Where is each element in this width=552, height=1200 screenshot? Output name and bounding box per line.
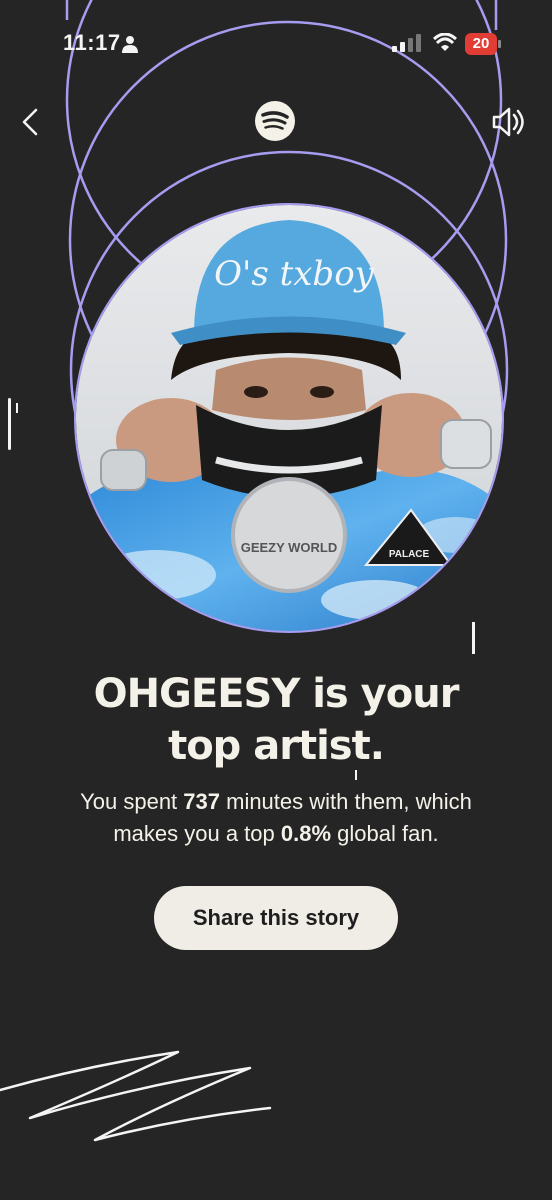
subtext-part: global fan. [331,821,439,846]
wifi-icon [433,33,457,51]
subtext-part: You spent [80,789,184,814]
spotify-logo-icon [255,101,295,141]
headline-suffix: is your [299,671,459,717]
person-icon [122,36,138,53]
back-chevron-icon[interactable] [14,104,50,140]
minutes-value: 737 [183,789,220,814]
story-subtext: You spent 737 minutes with them, which m… [20,786,532,850]
decorative-tick [472,622,475,654]
battery-level: 20 [472,35,490,52]
percent-value: 0.8% [280,821,332,846]
status-bar: 11:17 20 [0,0,552,90]
photo-ring [74,203,504,633]
headline-line-2: top artist. [168,723,385,769]
share-story-button[interactable]: Share this story [154,886,398,950]
decorative-tick [8,398,11,450]
decorative-tick [16,403,18,413]
status-time: 11:17 [63,30,121,55]
artist-name: OHGEESY [93,671,301,717]
battery-icon: 20 [465,33,501,55]
signal-icon [392,34,421,52]
subtext-part: makes you a top [113,821,281,846]
decorative-scribble [0,1050,272,1142]
subtext-part: minutes with them, which [220,789,472,814]
story-headline: OHGEESY is your top artist. [0,668,552,772]
speaker-icon[interactable] [490,104,526,140]
